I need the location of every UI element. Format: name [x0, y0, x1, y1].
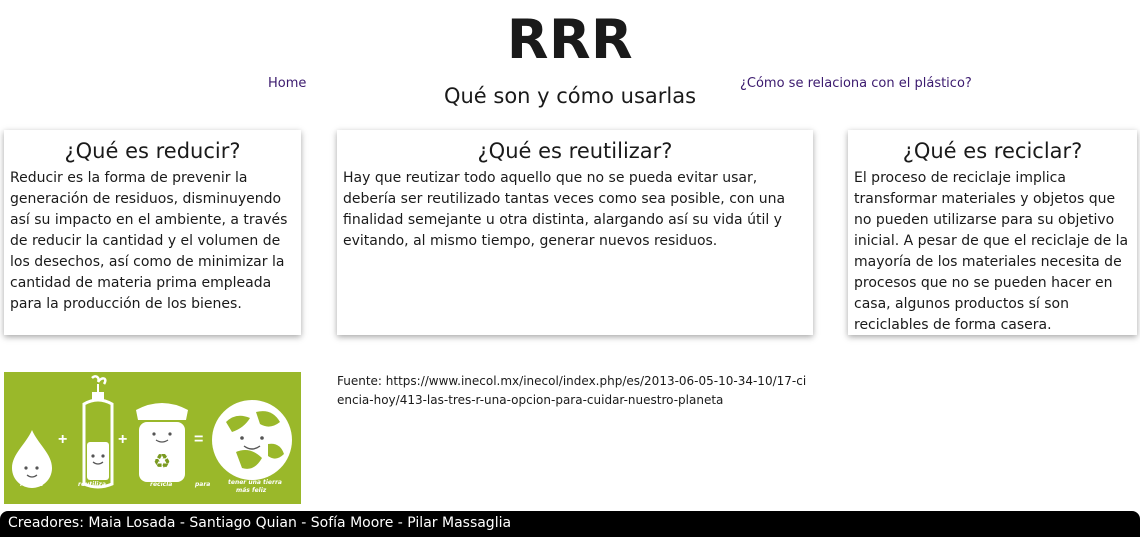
page: RRR Home ¿Cómo se relaciona con el plást… [0, 0, 1140, 537]
op-plus-1: + [58, 431, 67, 448]
card-title: ¿Qué es reciclar? [902, 139, 1083, 163]
card-body: El proceso de reciclaje implica transfor… [854, 170, 1129, 333]
label-recicla: recicla [150, 481, 172, 488]
source-citation: Fuente: https://www.inecol.mx/inecol/ind… [337, 374, 807, 407]
rrr-illustration: + + ♻ = reduce reutiliza recicla para te… [4, 372, 301, 504]
card-recycle: ¿Qué es reciclar? El proceso de reciclaj… [848, 130, 1137, 335]
label-tener-tierra: tener una tierra [228, 479, 282, 486]
recycle-symbol: ♻ [153, 449, 171, 473]
earth-icon [212, 400, 292, 480]
card-title: ¿Qué es reutilizar? [477, 139, 673, 163]
label-para: para [194, 481, 210, 488]
op-equals: = [194, 431, 203, 448]
card-body: Reducir es la forma de prevenir la gener… [10, 170, 288, 312]
page-subtitle: Qué son y cómo usarlas [443, 84, 697, 108]
site-title: RRR [506, 8, 634, 71]
footer: Creadores: Maia Losada - Santiago Quian … [0, 511, 1140, 537]
footer-credits: Creadores: Maia Losada - Santiago Quian … [8, 515, 512, 531]
card-body: Hay que reutizar todo aquello que no se … [343, 170, 786, 249]
recycle-bin-icon: ♻ [136, 403, 188, 482]
op-plus-2: + [118, 431, 127, 448]
card-reuse: ¿Qué es reutilizar? Hay que reutizar tod… [337, 130, 813, 335]
card-title: ¿Qué es reducir? [64, 139, 241, 163]
label-reduce: reduce [20, 481, 43, 488]
label-mas-feliz: más feliz [236, 487, 267, 494]
label-reutiliza: reutiliza [78, 481, 106, 488]
card-reduce: ¿Qué es reducir? Reducir es la forma de … [4, 130, 301, 335]
